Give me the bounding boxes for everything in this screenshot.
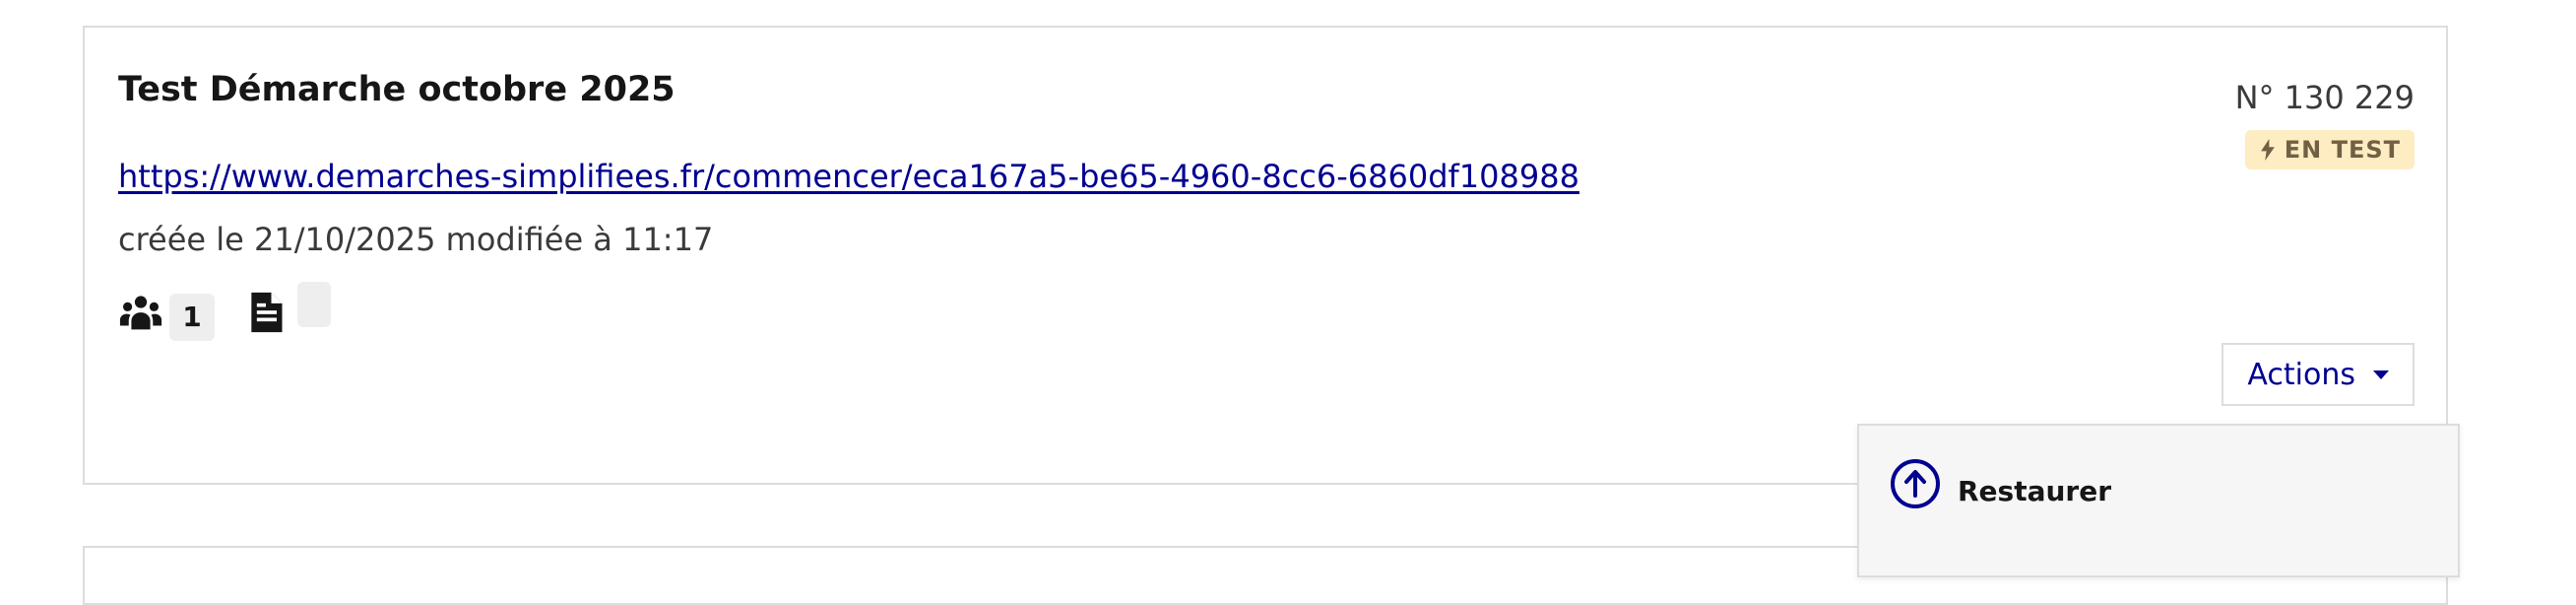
procedure-card: Test Démarche octobre 2025 https://www.d… (83, 26, 2448, 485)
status-badge-label: EN TEST (2284, 136, 2401, 164)
document-icon (251, 292, 283, 333)
procedure-link[interactable]: https://www.demarches-simplifiees.fr/com… (118, 158, 1579, 195)
caret-down-icon (2373, 370, 2389, 379)
arrow-up-circle-icon (1891, 459, 1940, 508)
actions-button-label: Actions (2247, 357, 2355, 392)
procedure-stats: 1 (118, 282, 414, 341)
status-badge: EN TEST (2244, 130, 2415, 169)
actions-dropdown-menu: Restaurer (1857, 424, 2460, 577)
document-count-badge (297, 282, 331, 327)
actions-dropdown-button[interactable]: Actions (2222, 343, 2415, 406)
procedure-number: N° 130 229 (2234, 79, 2415, 116)
procedure-dates: créée le 21/10/2025 modifiée à 11:17 (118, 221, 714, 258)
menu-item-restore[interactable]: Restaurer (1889, 457, 2111, 510)
lightning-icon (2260, 139, 2275, 161)
menu-item-restore-label: Restaurer (1958, 474, 2112, 507)
users-icon (119, 296, 162, 330)
users-count-badge: 1 (169, 294, 215, 341)
procedure-title: Test Démarche octobre 2025 (118, 70, 676, 109)
